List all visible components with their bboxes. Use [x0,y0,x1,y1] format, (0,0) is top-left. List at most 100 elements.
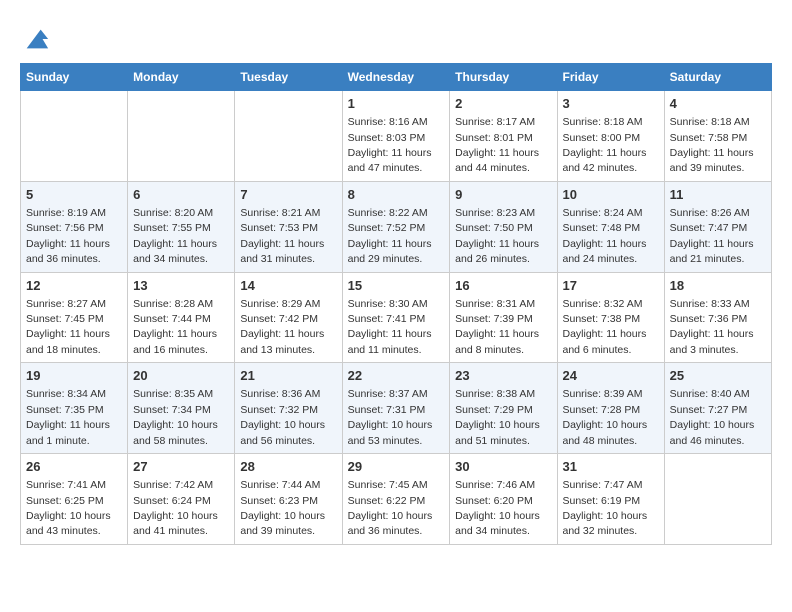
day-number: 8 [348,186,445,204]
day-cell: 14 Sunrise: 8:29 AM Sunset: 7:42 PM Dayli… [235,272,342,363]
day-cell: 28 Sunrise: 7:44 AM Sunset: 6:23 PM Dayli… [235,454,342,545]
day-number: 30 [455,458,551,476]
day-number: 1 [348,95,445,113]
day-number: 5 [26,186,122,204]
day-info: Sunrise: 8:38 AM Sunset: 7:29 PM Dayligh… [455,388,540,446]
day-info: Sunrise: 8:19 AM Sunset: 7:56 PM Dayligh… [26,207,110,265]
day-number: 4 [670,95,766,113]
col-header-saturday: Saturday [664,64,771,91]
day-cell: 12 Sunrise: 8:27 AM Sunset: 7:45 PM Dayli… [21,272,128,363]
day-cell: 29 Sunrise: 7:45 AM Sunset: 6:22 PM Dayli… [342,454,450,545]
col-header-friday: Friday [557,64,664,91]
day-number: 9 [455,186,551,204]
day-cell: 25 Sunrise: 8:40 AM Sunset: 7:27 PM Dayli… [664,363,771,454]
col-header-thursday: Thursday [450,64,557,91]
day-info: Sunrise: 7:46 AM Sunset: 6:20 PM Dayligh… [455,479,540,537]
day-info: Sunrise: 8:30 AM Sunset: 7:41 PM Dayligh… [348,298,432,356]
day-number: 18 [670,277,766,295]
day-cell [235,91,342,182]
day-info: Sunrise: 8:20 AM Sunset: 7:55 PM Dayligh… [133,207,217,265]
day-cell: 23Sunrise: 8:38 AM Sunset: 7:29 PM Dayli… [450,363,557,454]
day-cell: 20 Sunrise: 8:35 AM Sunset: 7:34 PM Dayli… [128,363,235,454]
day-info: Sunrise: 7:44 AM Sunset: 6:23 PM Dayligh… [240,479,325,537]
day-cell: 3 Sunrise: 8:18 AM Sunset: 8:00 PM Daylig… [557,91,664,182]
col-header-tuesday: Tuesday [235,64,342,91]
day-info: Sunrise: 8:24 AM Sunset: 7:48 PM Dayligh… [563,207,647,265]
day-cell: 4 Sunrise: 8:18 AM Sunset: 7:58 PM Daylig… [664,91,771,182]
day-info: Sunrise: 8:37 AM Sunset: 7:31 PM Dayligh… [348,388,433,446]
day-number: 25 [670,367,766,385]
day-number: 15 [348,277,445,295]
col-header-sunday: Sunday [21,64,128,91]
day-info: Sunrise: 8:27 AM Sunset: 7:45 PM Dayligh… [26,298,110,356]
day-cell [128,91,235,182]
day-info: Sunrise: 8:39 AM Sunset: 7:28 PM Dayligh… [563,388,648,446]
day-number: 20 [133,367,229,385]
day-number: 6 [133,186,229,204]
day-number: 21 [240,367,336,385]
day-info: Sunrise: 7:42 AM Sunset: 6:24 PM Dayligh… [133,479,218,537]
day-number: 14 [240,277,336,295]
day-number: 2 [455,95,551,113]
day-cell: 11 Sunrise: 8:26 AM Sunset: 7:47 PM Dayli… [664,181,771,272]
day-info: Sunrise: 7:45 AM Sunset: 6:22 PM Dayligh… [348,479,433,537]
day-number: 28 [240,458,336,476]
day-cell [664,454,771,545]
col-header-wednesday: Wednesday [342,64,450,91]
day-number: 13 [133,277,229,295]
day-info: Sunrise: 7:41 AM Sunset: 6:25 PM Dayligh… [26,479,111,537]
day-number: 3 [563,95,659,113]
day-cell: 7Sunrise: 8:21 AM Sunset: 7:53 PM Daylig… [235,181,342,272]
day-cell: 15 Sunrise: 8:30 AM Sunset: 7:41 PM Dayli… [342,272,450,363]
day-cell: 31Sunrise: 7:47 AM Sunset: 6:19 PM Dayli… [557,454,664,545]
day-cell: 16 Sunrise: 8:31 AM Sunset: 7:39 PM Dayli… [450,272,557,363]
day-info: Sunrise: 8:17 AM Sunset: 8:01 PM Dayligh… [455,116,539,174]
col-header-monday: Monday [128,64,235,91]
week-row-2: 5 Sunrise: 8:19 AM Sunset: 7:56 PM Daylig… [21,181,772,272]
day-info: Sunrise: 8:40 AM Sunset: 7:27 PM Dayligh… [670,388,755,446]
day-number: 10 [563,186,659,204]
day-number: 26 [26,458,122,476]
day-info: Sunrise: 8:33 AM Sunset: 7:36 PM Dayligh… [670,298,754,356]
day-cell [21,91,128,182]
week-row-4: 19 Sunrise: 8:34 AM Sunset: 7:35 PM Dayli… [21,363,772,454]
day-cell: 26 Sunrise: 7:41 AM Sunset: 6:25 PM Dayli… [21,454,128,545]
day-info: Sunrise: 8:32 AM Sunset: 7:38 PM Dayligh… [563,298,647,356]
logo-icon [22,25,50,53]
day-cell: 19 Sunrise: 8:34 AM Sunset: 7:35 PM Dayli… [21,363,128,454]
day-cell: 22 Sunrise: 8:37 AM Sunset: 7:31 PM Dayli… [342,363,450,454]
day-info: Sunrise: 8:31 AM Sunset: 7:39 PM Dayligh… [455,298,539,356]
day-info: Sunrise: 8:29 AM Sunset: 7:42 PM Dayligh… [240,298,324,356]
day-number: 11 [670,186,766,204]
day-info: Sunrise: 8:34 AM Sunset: 7:35 PM Dayligh… [26,388,110,446]
calendar-table: SundayMondayTuesdayWednesdayThursdayFrid… [20,63,772,545]
day-number: 22 [348,367,445,385]
day-info: Sunrise: 7:47 AM Sunset: 6:19 PM Dayligh… [563,479,648,537]
day-info: Sunrise: 8:22 AM Sunset: 7:52 PM Dayligh… [348,207,432,265]
day-cell: 27Sunrise: 7:42 AM Sunset: 6:24 PM Dayli… [128,454,235,545]
week-row-5: 26 Sunrise: 7:41 AM Sunset: 6:25 PM Dayli… [21,454,772,545]
day-cell: 13 Sunrise: 8:28 AM Sunset: 7:44 PM Dayli… [128,272,235,363]
day-cell: 30 Sunrise: 7:46 AM Sunset: 6:20 PM Dayli… [450,454,557,545]
day-cell: 21 Sunrise: 8:36 AM Sunset: 7:32 PM Dayli… [235,363,342,454]
day-info: Sunrise: 8:26 AM Sunset: 7:47 PM Dayligh… [670,207,754,265]
day-number: 19 [26,367,122,385]
day-cell: 9Sunrise: 8:23 AM Sunset: 7:50 PM Daylig… [450,181,557,272]
day-cell: 8 Sunrise: 8:22 AM Sunset: 7:52 PM Daylig… [342,181,450,272]
day-info: Sunrise: 8:35 AM Sunset: 7:34 PM Dayligh… [133,388,218,446]
day-info: Sunrise: 8:36 AM Sunset: 7:32 PM Dayligh… [240,388,325,446]
logo [20,25,50,53]
day-cell: 24Sunrise: 8:39 AM Sunset: 7:28 PM Dayli… [557,363,664,454]
week-row-1: 1Sunrise: 8:16 AM Sunset: 8:03 PM Daylig… [21,91,772,182]
day-cell: 6 Sunrise: 8:20 AM Sunset: 7:55 PM Daylig… [128,181,235,272]
day-info: Sunrise: 8:18 AM Sunset: 8:00 PM Dayligh… [563,116,647,174]
day-info: Sunrise: 8:18 AM Sunset: 7:58 PM Dayligh… [670,116,754,174]
day-cell: 5 Sunrise: 8:19 AM Sunset: 7:56 PM Daylig… [21,181,128,272]
day-info: Sunrise: 8:28 AM Sunset: 7:44 PM Dayligh… [133,298,217,356]
day-number: 17 [563,277,659,295]
day-number: 12 [26,277,122,295]
day-number: 29 [348,458,445,476]
week-row-3: 12 Sunrise: 8:27 AM Sunset: 7:45 PM Dayli… [21,272,772,363]
day-info: Sunrise: 8:21 AM Sunset: 7:53 PM Dayligh… [240,207,324,265]
day-number: 16 [455,277,551,295]
